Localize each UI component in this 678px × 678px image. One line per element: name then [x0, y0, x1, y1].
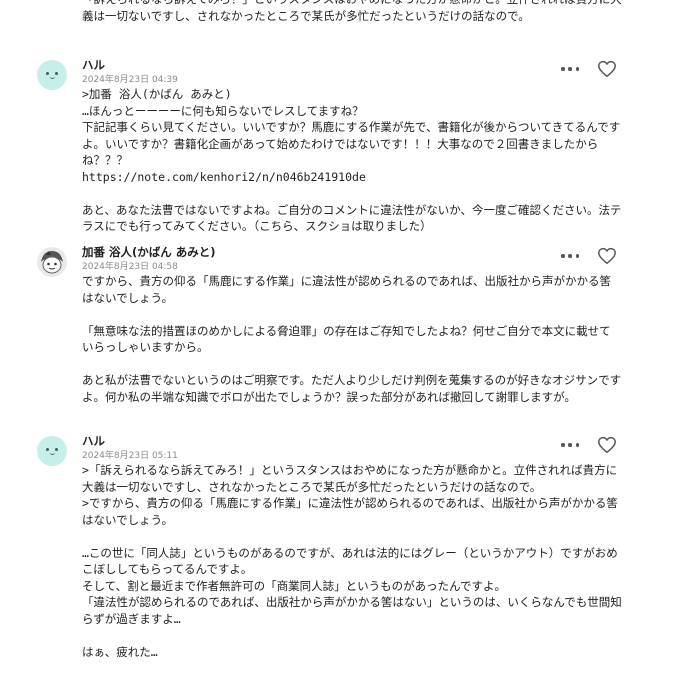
avatar-eye-left: [46, 448, 49, 451]
avatar-character-image: [41, 251, 63, 274]
comment-date: 2024年8月23日 04:39: [82, 75, 178, 85]
heart-icon[interactable]: [597, 247, 617, 265]
more-options-icon[interactable]: [561, 251, 579, 261]
comment-author[interactable]: 加番 浴人(かばん あみと): [82, 244, 216, 260]
comment-date: 2024年8月23日 05:11: [82, 451, 178, 461]
previous-comment-fragment: 「訴えられるなら訴えてみろ！」というスタンスはおやめになった方が懸命かと。立件さ…: [82, 0, 622, 23]
avatar-mouth: [50, 76, 55, 79]
avatar[interactable]: [37, 247, 67, 277]
heart-icon[interactable]: [597, 60, 617, 78]
comment-body: ですから、貴方の仰る「馬鹿にする作業」に違法性が認められるのであれば、出版社から…: [82, 274, 622, 404]
heart-icon[interactable]: [597, 436, 617, 454]
comment-date: 2024年8月23日 04:58: [82, 262, 178, 272]
comment-body: >加番 浴人(かばん あみと) …ほんっとーーーーに何も知らないでレスしてますね…: [82, 87, 622, 233]
avatar[interactable]: [37, 436, 67, 466]
comment-author[interactable]: ハル: [82, 433, 105, 449]
more-options-icon[interactable]: [561, 64, 579, 74]
avatar-eye-left: [46, 72, 49, 75]
comment-body: >「訴えられるなら訴えてみろ！」というスタンスはおやめになった方が懸命かと。立件…: [82, 463, 622, 659]
avatar[interactable]: [37, 60, 67, 90]
avatar-eye-right: [55, 448, 58, 451]
comment-author[interactable]: ハル: [82, 57, 105, 73]
more-options-icon[interactable]: [561, 440, 579, 450]
avatar-mouth: [50, 452, 55, 455]
avatar-eye-right: [55, 72, 58, 75]
